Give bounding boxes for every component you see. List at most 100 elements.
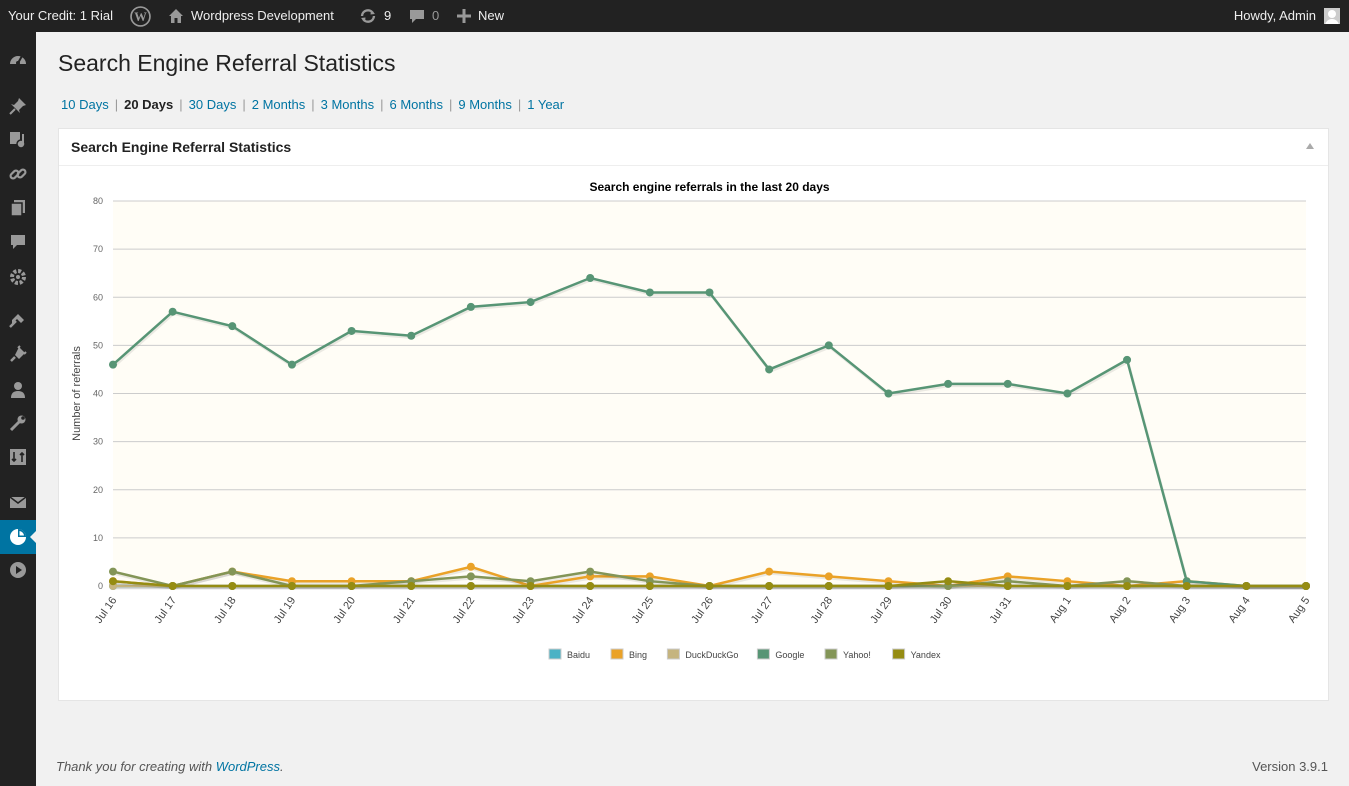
range-link-30-days[interactable]: 30 Days — [189, 97, 237, 112]
data-point — [1182, 582, 1191, 590]
howdy-text: Howdy, Admin — [1233, 8, 1316, 23]
play-icon[interactable] — [0, 553, 36, 587]
range-link-2-months[interactable]: 2 Months — [252, 97, 305, 112]
comments-link[interactable]: 0 — [409, 0, 439, 32]
range-link-1-year[interactable]: 1 Year — [527, 97, 564, 112]
admin-bar: Your Credit: 1 Rial W Wordpress Developm… — [0, 0, 1349, 32]
data-point — [466, 302, 475, 311]
range-link-20-days[interactable]: 20 Days — [124, 97, 173, 112]
version-text: Version 3.9.1 — [1252, 759, 1328, 774]
import-icon[interactable] — [0, 440, 36, 474]
legend-label: Baidu — [567, 650, 590, 660]
footer-thanks-suffix: . — [280, 759, 284, 774]
data-point — [586, 567, 595, 576]
site-name-link[interactable]: Wordpress Development — [168, 0, 334, 32]
data-point — [228, 567, 237, 576]
data-point — [645, 582, 654, 590]
range-separator: | — [179, 97, 183, 112]
mail-icon[interactable] — [0, 485, 36, 519]
legend-swatch — [548, 648, 562, 660]
media-icon[interactable] — [0, 123, 36, 157]
comments-bubble-icon — [409, 8, 425, 24]
x-tick-label: Aug 2 — [1107, 595, 1133, 625]
data-point — [526, 298, 535, 307]
legend-swatch — [824, 648, 838, 660]
data-point — [407, 582, 416, 590]
data-point — [1123, 355, 1132, 364]
range-separator: | — [380, 97, 384, 112]
data-point — [347, 326, 356, 335]
x-tick-label: Jul 27 — [749, 595, 776, 626]
x-tick-label: Aug 3 — [1167, 595, 1193, 625]
legend-item: Yandex — [892, 648, 941, 660]
data-point — [705, 582, 714, 590]
x-tick-label: Jul 25 — [630, 595, 657, 626]
updates-link[interactable]: 9 — [359, 0, 391, 32]
range-separator: | — [311, 97, 315, 112]
data-point — [228, 582, 237, 590]
data-point — [1123, 582, 1132, 590]
links-icon[interactable] — [0, 157, 36, 191]
data-point — [466, 572, 475, 581]
data-point — [109, 577, 117, 586]
x-tick-label: Jul 18 — [212, 595, 239, 626]
dashboard-icon[interactable] — [0, 43, 36, 77]
appearance-icon[interactable] — [0, 303, 36, 337]
range-separator: | — [448, 97, 453, 112]
comments-icon[interactable] — [0, 225, 36, 259]
x-tick-label: Jul 22 — [451, 595, 478, 626]
pin-icon[interactable] — [0, 89, 36, 123]
data-point — [168, 307, 177, 316]
legend-item: Baidu — [548, 648, 590, 660]
wordpress-logo-icon[interactable]: W — [130, 0, 151, 32]
page-title: Search Engine Referral Statistics — [58, 50, 396, 76]
new-content-link[interactable]: New — [457, 0, 504, 32]
range-link-6-months[interactable]: 6 Months — [389, 97, 442, 112]
users-icon[interactable] — [0, 373, 36, 407]
data-point — [824, 582, 833, 590]
home-icon — [168, 8, 184, 24]
data-point — [1242, 582, 1251, 590]
range-separator: | — [114, 97, 119, 112]
my-account-link[interactable]: Howdy, Admin — [1234, 0, 1340, 32]
x-tick-label: Jul 23 — [510, 595, 537, 626]
plugins-icon[interactable] — [0, 337, 36, 371]
data-point — [466, 582, 475, 590]
data-point — [944, 577, 953, 586]
pages-icon[interactable] — [0, 191, 36, 225]
date-range-links: 10 Days | 20 Days | 30 Days | 2 Months | 3 Month… — [61, 97, 564, 112]
x-tick-label: Jul 17 — [152, 595, 179, 626]
chart-title: Search engine referrals in the last 20 d… — [589, 180, 829, 194]
data-point — [109, 360, 117, 369]
data-point — [765, 567, 774, 576]
data-point — [586, 582, 595, 590]
statistics-icon[interactable] — [0, 520, 36, 554]
wordpress-link[interactable]: WordPress — [216, 759, 280, 774]
data-point — [466, 562, 475, 571]
data-point — [1063, 389, 1072, 398]
data-point — [228, 322, 237, 331]
credit-text: Your Credit: 1 Rial — [8, 8, 114, 23]
x-tick-label: Jul 24 — [570, 595, 597, 626]
x-tick-label: Aug 4 — [1226, 595, 1252, 625]
range-separator: | — [242, 97, 246, 112]
range-separator: | — [517, 97, 522, 112]
legend-swatch — [892, 648, 906, 660]
legend-label: Yahoo! — [843, 650, 871, 660]
range-link-3-months[interactable]: 3 Months — [321, 97, 374, 112]
y-tick-label: 40 — [93, 389, 103, 399]
range-link-9-months[interactable]: 9 Months — [458, 97, 511, 112]
range-link-10-days[interactable]: 10 Days — [61, 97, 109, 112]
data-point — [824, 572, 833, 581]
admin-menu — [0, 32, 36, 786]
legend-swatch — [756, 648, 770, 660]
data-point — [765, 365, 774, 374]
data-point — [1003, 582, 1012, 590]
tools-icon[interactable] — [0, 406, 36, 440]
data-point — [1063, 582, 1072, 590]
x-tick-label: Jul 28 — [809, 595, 836, 626]
y-tick-label: 60 — [93, 292, 103, 302]
settings-gear-icon[interactable] — [0, 260, 36, 294]
y-tick-label: 10 — [93, 533, 103, 543]
data-point — [526, 582, 535, 590]
